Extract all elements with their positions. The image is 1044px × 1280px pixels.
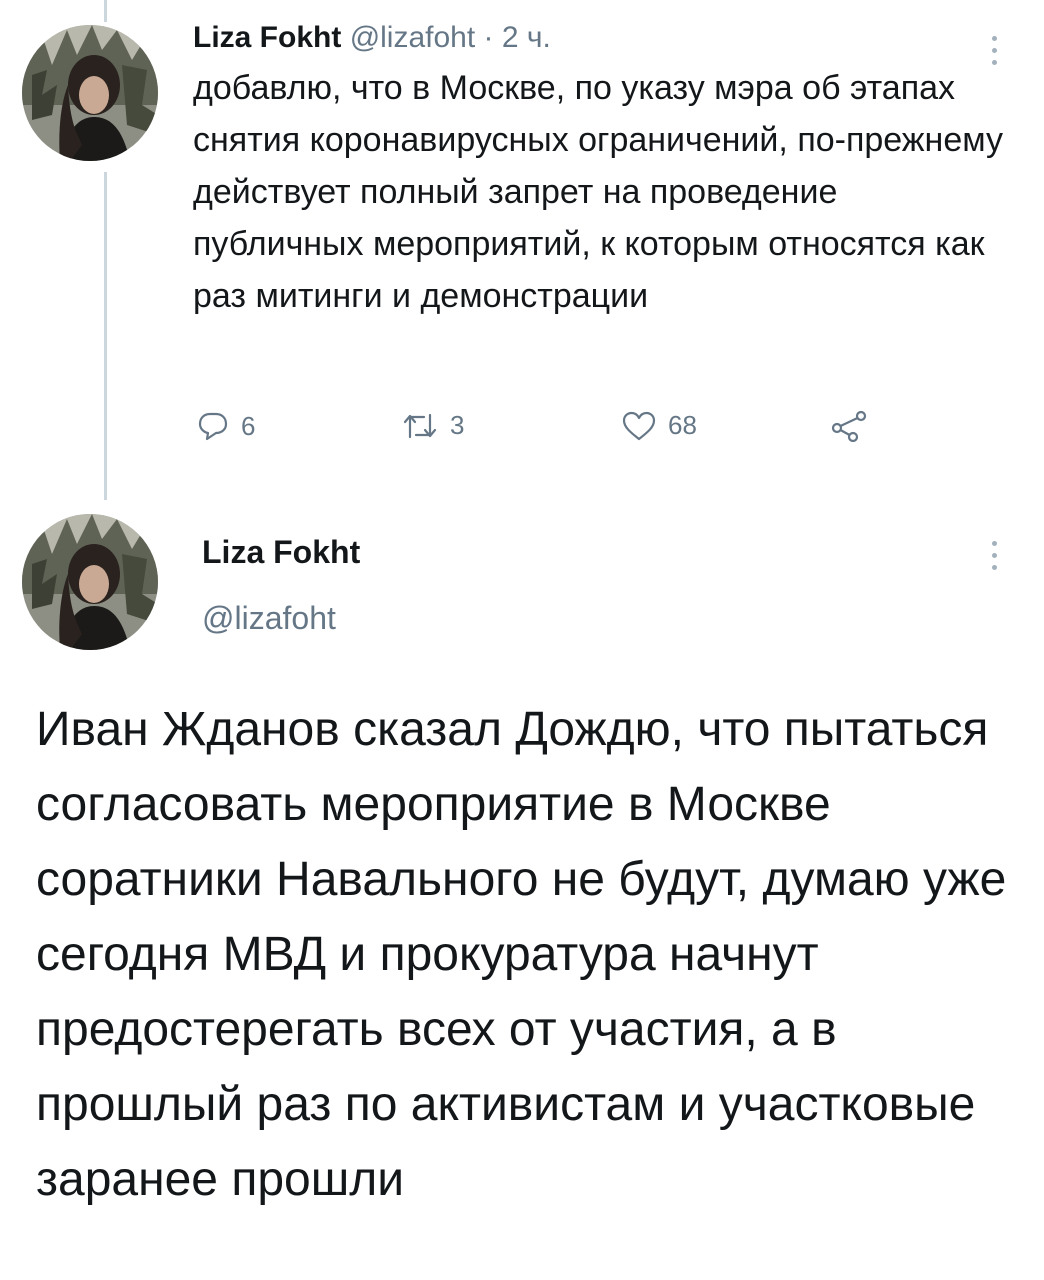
author-handle[interactable]: @lizafoht [350, 21, 476, 54]
main-tweet-header: Liza Fokht @lizafoht [202, 532, 360, 638]
avatar[interactable] [22, 25, 158, 161]
tweet-text: добавлю, что в Москве, по указу мэра об … [193, 69, 1003, 315]
reply-count: 6 [241, 410, 256, 441]
author-name[interactable]: Liza Fokht [202, 532, 360, 572]
reply-tweet[interactable]: Liza Fokht @lizafoht · 2 ч. добавлю, что… [193, 20, 1004, 322]
meta-separator: · [483, 21, 494, 54]
like-button[interactable]: 68 [622, 410, 697, 441]
thread-line-top [104, 0, 107, 22]
more-icon[interactable] [988, 36, 1000, 65]
retweet-count: 3 [450, 410, 465, 440]
thread-line [104, 172, 107, 500]
tweet-actions: 6 3 68 [197, 410, 897, 460]
reply-button[interactable]: 6 [197, 410, 255, 442]
more-icon[interactable] [988, 541, 1000, 570]
like-icon [622, 411, 656, 440]
avatar[interactable] [22, 514, 158, 650]
like-count: 68 [668, 410, 697, 440]
retweet-icon [403, 413, 437, 438]
retweet-button[interactable]: 3 [402, 410, 464, 441]
author-handle[interactable]: @lizafoht [202, 598, 360, 638]
tweet-meta: Liza Fokht @lizafoht · 2 ч. [193, 20, 1004, 56]
main-tweet-text: Иван Жданов сказал Дождю, что пытаться с… [36, 703, 1007, 1206]
share-button[interactable] [829, 410, 869, 442]
share-icon [831, 410, 867, 442]
author-name[interactable]: Liza Fokht [193, 21, 341, 54]
reply-icon [198, 412, 228, 441]
tweet-time[interactable]: 2 ч. [502, 21, 551, 54]
